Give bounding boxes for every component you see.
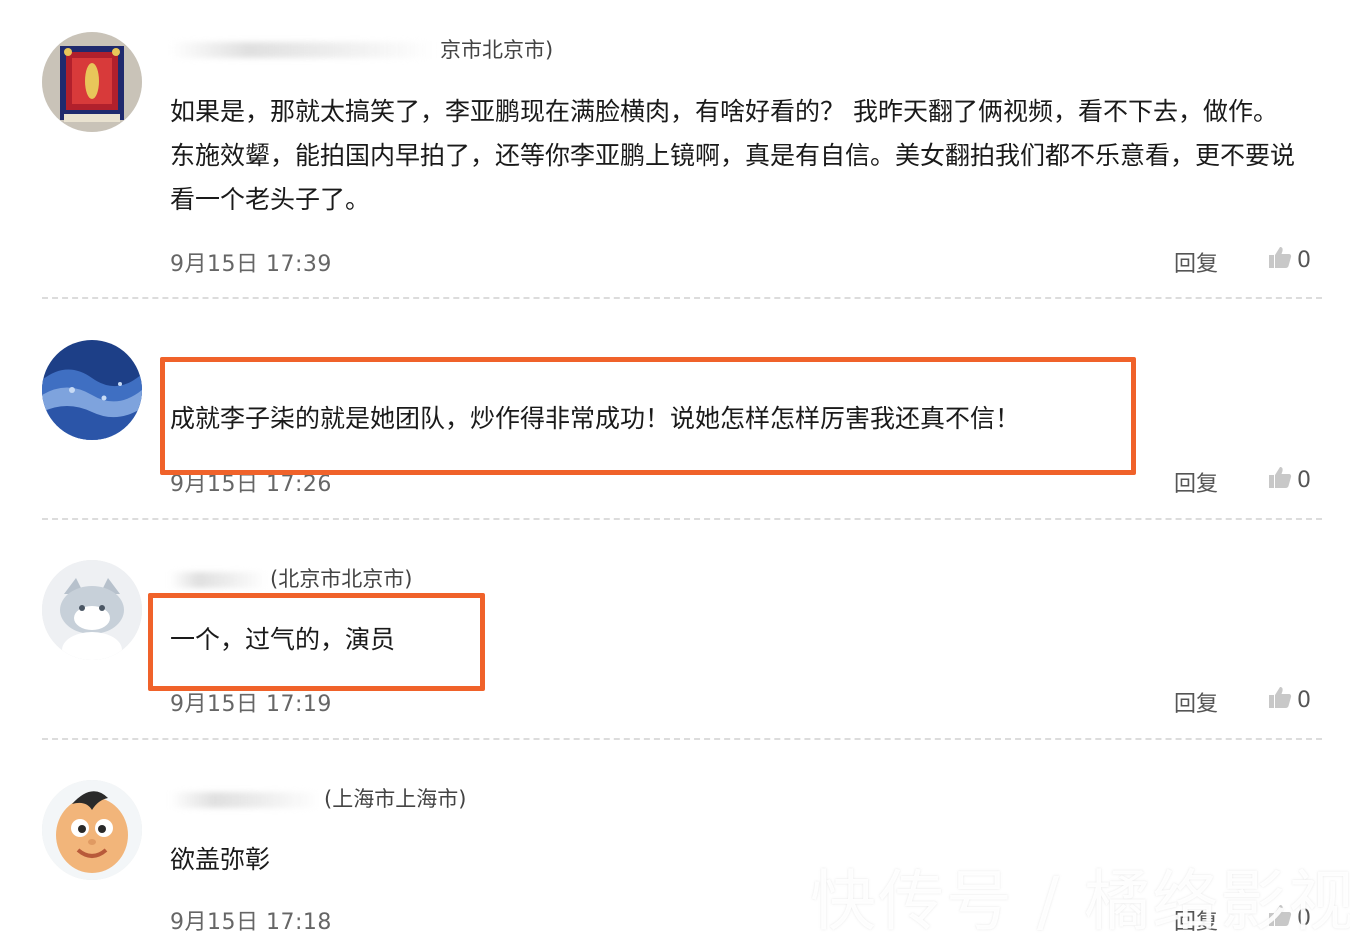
watermark-text: 快传号 / 橘络影视 [810, 863, 1350, 940]
avatar[interactable] [42, 340, 142, 440]
avatar-emblem-image [42, 32, 142, 132]
like-count: 0 [1297, 247, 1311, 273]
comment-timestamp: 9月15日 17:26 [170, 472, 332, 497]
blurred-username [170, 42, 434, 58]
divider [42, 297, 1322, 299]
comment-text: 成就李子柒的就是她团队，炒作得非常成功！说她怎样怎样厉害我还真不信！ [170, 404, 1021, 433]
comment-timestamp: 9月15日 17:19 [170, 692, 332, 717]
comment-timestamp: 9月15日 17:18 [170, 910, 332, 935]
thumbs-up-icon [1267, 464, 1293, 496]
like-button[interactable]: 0 [1267, 684, 1311, 716]
avatar[interactable] [42, 780, 142, 880]
avatar[interactable] [42, 32, 142, 132]
comment-timestamp: 9月15日 17:39 [170, 252, 332, 277]
comment-user-location: (北京市北京市) [170, 563, 412, 593]
like-count: 0 [1297, 687, 1311, 713]
thumbs-up-icon [1267, 244, 1293, 276]
like-count: 0 [1297, 467, 1311, 493]
like-button[interactable]: 0 [1267, 244, 1311, 276]
blurred-username [170, 572, 266, 588]
blurred-username [170, 792, 320, 808]
avatar-cartoon-boy-image [42, 780, 142, 880]
divider [42, 738, 1322, 740]
avatar-wave-image [42, 340, 142, 440]
avatar[interactable] [42, 560, 142, 660]
comment-text: 一个，过气的，演员 [170, 625, 396, 654]
thumbs-up-icon [1267, 684, 1293, 716]
comment-user-location: (上海市上海市) [170, 783, 466, 813]
comment-text: 如果是，那就太搞笑了，李亚鹏现在满脸横肉，有啥好看的？ 我昨天翻了俩视频，看不下… [170, 97, 1296, 214]
divider [42, 518, 1322, 520]
like-button[interactable]: 0 [1267, 464, 1311, 496]
reply-button[interactable]: 回复 [1174, 686, 1218, 718]
reply-button[interactable]: 回复 [1174, 466, 1218, 498]
avatar-default-cat-image [42, 560, 142, 660]
reply-button[interactable]: 回复 [1174, 246, 1218, 278]
comment-user-location: 京市北京市) [440, 38, 554, 62]
